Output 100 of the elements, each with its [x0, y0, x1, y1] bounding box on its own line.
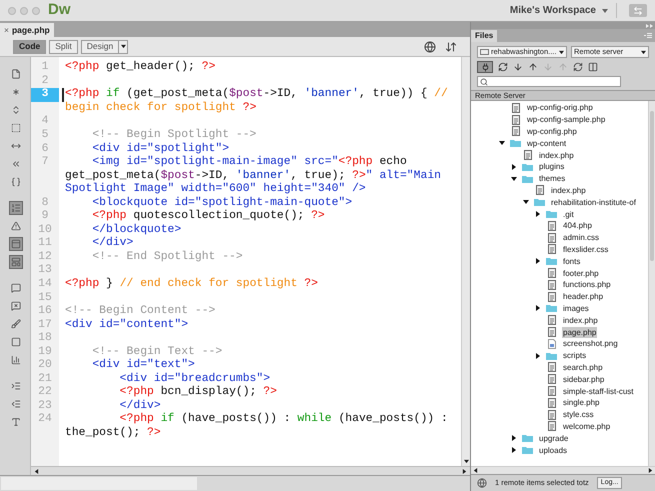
file-tree-item[interactable]: wp-content: [526, 138, 568, 149]
collapsed-triangle-icon[interactable]: [511, 164, 517, 170]
caret-icon[interactable]: [120, 44, 126, 49]
connect-button[interactable]: [477, 61, 493, 73]
vertical-scrollbar[interactable]: [648, 101, 655, 466]
scroll-left-arrow-icon[interactable]: [473, 468, 478, 473]
file-tree-item[interactable]: upgrade: [538, 432, 570, 444]
code-line: <?php quotescollection_quote(); ?>: [91, 208, 325, 224]
sync-icon[interactable]: [573, 62, 583, 72]
file-tree-item[interactable]: 404.php: [562, 220, 593, 232]
view-button[interactable]: Design: [80, 40, 120, 54]
line-number: 10: [38, 222, 52, 238]
folder-icon: [546, 257, 557, 266]
file-tree-item[interactable]: .git: [562, 208, 575, 220]
refresh-icon[interactable]: [498, 62, 508, 72]
file-tree-item[interactable]: flexslider.css: [562, 244, 610, 255]
file-tree-item[interactable]: footer.php: [562, 268, 600, 279]
file-tree-item[interactable]: header.php: [562, 291, 604, 302]
workspace-menu[interactable]: Mike's Workspace: [510, 3, 617, 18]
vertical-scrollbar[interactable]: [461, 57, 470, 466]
search-icon: [480, 78, 488, 86]
line-number: 12: [38, 250, 52, 264]
numbered-list-icon[interactable]: [8, 201, 22, 215]
line-number: 5: [42, 128, 48, 143]
line-number: 11: [38, 236, 52, 251]
caret-icon[interactable]: [559, 50, 564, 54]
line-number: 4: [42, 114, 48, 130]
file-tree-item[interactable]: functions.php: [562, 279, 612, 290]
code-file-icon: [548, 374, 556, 384]
check-out-icon[interactable]: [543, 62, 553, 72]
view-button[interactable]: Split: [49, 40, 78, 54]
horizontal-scrollbar[interactable]: [471, 466, 655, 474]
file-tree-item[interactable]: screenshot.png: [562, 338, 619, 350]
expanded-triangle-icon[interactable]: [499, 140, 505, 146]
file-tree-item[interactable]: admin.css: [562, 232, 600, 244]
file-tree-item[interactable]: style.css: [562, 409, 595, 420]
line-number: 9: [42, 209, 48, 224]
collapsed-triangle-icon[interactable]: [535, 211, 541, 218]
file-tree-item[interactable]: rehabilitation-institute-of: [550, 196, 637, 208]
switch-button[interactable]: [629, 4, 647, 17]
close-tab-icon[interactable]: ×: [4, 24, 9, 36]
document-tab[interactable]: × page.php: [0, 23, 54, 37]
file-tree-item[interactable]: page.php: [562, 326, 598, 338]
file-tree-item[interactable]: wp-config-sample.php: [526, 114, 606, 126]
file-tree-item[interactable]: index.php: [550, 184, 587, 196]
comment-remove-icon[interactable]: [8, 299, 22, 313]
folder-icon: [510, 139, 521, 148]
file-tree-item[interactable]: index.php: [538, 150, 575, 161]
file-tree-item[interactable]: simple-staff-list-cust: [562, 386, 635, 397]
folder-icon: [480, 49, 489, 55]
file-tree-item[interactable]: index.php: [562, 314, 599, 326]
get-icon[interactable]: [513, 62, 523, 72]
expand-panel-icon[interactable]: [588, 62, 598, 72]
code-line: <div id="breadcrumbs">: [118, 372, 270, 386]
horizontal-scrollbar[interactable]: [31, 466, 470, 475]
file-tree-item[interactable]: welcome.php: [562, 420, 612, 432]
scroll-left-arrow-icon[interactable]: [34, 468, 39, 474]
line-number: 13: [38, 263, 52, 278]
code-line: <!-- End Spotlight -->: [91, 250, 243, 265]
code-line: <div id="spotlight">: [91, 142, 230, 156]
collapsed-triangle-icon[interactable]: [535, 258, 541, 264]
collapsed-triangle-icon[interactable]: [535, 305, 541, 312]
layout-icon[interactable]: [8, 255, 22, 269]
scroll-right-arrow-icon[interactable]: [462, 468, 467, 474]
folder-icon: [534, 198, 545, 206]
file-tree-item[interactable]: wp-config-orig.php: [526, 102, 594, 114]
file-tree-item[interactable]: uploads: [538, 444, 568, 456]
panel-icon[interactable]: [8, 237, 22, 251]
scroll-right-arrow-icon[interactable]: [648, 468, 653, 473]
file-tree-item[interactable]: sidebar.php: [562, 374, 606, 385]
expanded-triangle-icon[interactable]: [523, 199, 529, 206]
comment-icon[interactable]: [8, 281, 22, 295]
files-tab[interactable]: Files: [471, 30, 498, 42]
collapsed-triangle-icon[interactable]: [535, 352, 541, 359]
file-tree-item[interactable]: wp-config.php: [526, 126, 578, 137]
globe-icon[interactable]: [424, 40, 436, 52]
check-in-icon[interactable]: [558, 62, 568, 72]
brush-icon[interactable]: [8, 317, 22, 331]
file-tree-item[interactable]: themes: [538, 173, 566, 184]
file-tree-item[interactable]: single.php: [562, 397, 600, 408]
put-icon[interactable]: [528, 62, 538, 72]
line-number: 16: [38, 304, 52, 320]
line-number: 19: [38, 344, 52, 359]
file-tree-item[interactable]: search.php: [562, 362, 604, 373]
line-number: 18: [38, 331, 52, 346]
scroll-down-arrow-icon[interactable]: [464, 459, 468, 464]
warning-icon[interactable]: [8, 219, 22, 233]
file-tree-item[interactable]: images: [562, 302, 590, 314]
caret-icon[interactable]: [641, 50, 646, 54]
search-field[interactable]: [477, 76, 621, 87]
sort-arrows-icon[interactable]: [445, 40, 457, 52]
code-line: <?php bcn_display(); ?>: [118, 384, 277, 400]
code-line: <!-- Begin Text -->: [91, 344, 222, 358]
file-tree-item[interactable]: scripts: [562, 350, 588, 362]
code-line: <?php } // end check for spotlight ?>: [64, 276, 318, 292]
file-tree-item[interactable]: fonts: [562, 256, 582, 267]
expanded-triangle-icon[interactable]: [511, 176, 517, 182]
file-tree-item[interactable]: plugins: [538, 161, 566, 172]
dropdown-button[interactable]: [118, 40, 128, 54]
view-button[interactable]: Code: [13, 40, 46, 54]
